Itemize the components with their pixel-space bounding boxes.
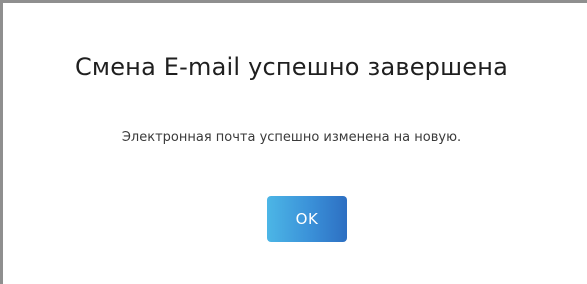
dialog-title: Смена E-mail успешно завершена xyxy=(74,53,509,81)
ok-button[interactable]: OK xyxy=(267,196,347,242)
email-change-success-dialog: Смена E-mail успешно завершена Электронн… xyxy=(6,6,587,284)
modal-frame: Смена E-mail успешно завершена Электронн… xyxy=(0,0,587,284)
dialog-message: Электронная почта успешно изменена на но… xyxy=(121,130,462,145)
